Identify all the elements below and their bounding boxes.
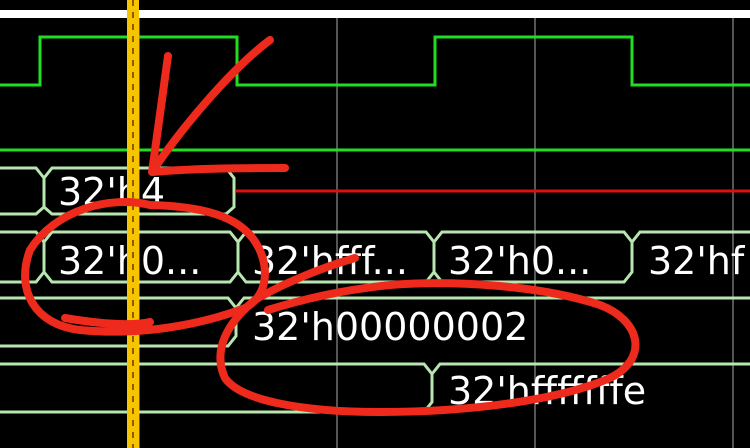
cursor-line[interactable]	[127, 0, 139, 448]
bus-value-label: 32'hf	[648, 239, 746, 283]
top-border	[0, 10, 750, 18]
waveform-viewer[interactable]: 32'h4 32'h0... 32'hfff... 32'h0... 32'hf…	[0, 0, 750, 448]
bus-value-label: 32'h0...	[448, 239, 591, 283]
bus-value-label: 32'h00000002	[252, 305, 528, 349]
bus-value-label: 32'hfff...	[252, 239, 408, 283]
time-cursor[interactable]	[127, 0, 139, 448]
